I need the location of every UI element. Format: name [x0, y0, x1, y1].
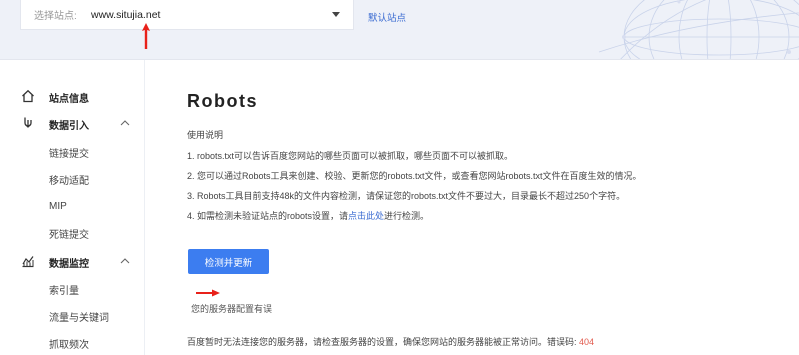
error-code: 404 — [579, 337, 595, 347]
sidebar-item-mobile-adapt[interactable]: 移动适配 — [0, 169, 145, 189]
sidebar-item-dead-link[interactable]: 死链提交 — [0, 223, 145, 243]
sidebar-item-label: 链接提交 — [49, 148, 89, 160]
sidebar-item-label: 移动适配 — [49, 175, 89, 187]
sidebar-item-label: MIP — [49, 200, 67, 212]
instruction-line: 1. robots.txt可以告诉百度您网站的哪些页面可以被抓取，哪些页面不可以… — [187, 151, 514, 161]
check-update-button[interactable]: 检测并更新 — [188, 249, 269, 274]
sidebar-item-label: 数据引入 — [49, 120, 89, 132]
instruction-line: 2. 您可以通过Robots工具来创建、校验、更新您的robots.txt文件，… — [187, 171, 642, 181]
chart-icon — [22, 256, 34, 268]
site-select[interactable]: 选择站点: www.situjia.net — [20, 0, 354, 30]
sidebar-item-label: 索引量 — [49, 285, 79, 297]
sidebar-item-site-info[interactable]: 站点信息 — [0, 87, 145, 107]
instruction-text: 进行检测。 — [384, 211, 430, 221]
check-unverified-link[interactable]: 点击此处 — [348, 211, 384, 221]
sidebar-item-label: 抓取频次 — [49, 339, 89, 351]
sidebar-item-mip[interactable]: MIP — [0, 196, 145, 216]
chevron-up-icon[interactable] — [119, 118, 131, 128]
sidebar-item-label: 数据监控 — [49, 258, 89, 270]
instruction-line: 3. Robots工具目前支持48k的文件内容检测，请保证您的robots.tx… — [187, 191, 626, 201]
page-title: Robots — [187, 91, 258, 111]
error-text: 百度暂时无法连接您的服务器，请检查服务器的设置，确保您网站的服务器能被正常访问。… — [187, 337, 577, 347]
site-select-value: www.situjia.net — [91, 8, 161, 21]
top-header: 选择站点: www.situjia.net 默认站点 — [0, 0, 799, 60]
red-annotation-arrow-right — [196, 289, 220, 297]
instruction-line: 4. 如需检测未验证站点的robots设置，请点击此处进行检测。 — [187, 209, 429, 222]
sidebar-item-data-monitor[interactable]: 数据监控 — [0, 252, 145, 272]
sidebar-item-traffic-keywords[interactable]: 流量与关键词 — [0, 306, 145, 326]
home-icon — [22, 89, 34, 103]
chevron-up-icon[interactable] — [119, 256, 131, 266]
red-annotation-arrow-up — [142, 23, 150, 49]
usage-heading: 使用说明 — [187, 130, 224, 140]
error-description: 百度暂时无法连接您的服务器，请检查服务器的设置，确保您网站的服务器能被正常访问。… — [187, 335, 594, 348]
instruction-text: 4. 如需检测未验证站点的robots设置，请 — [187, 211, 349, 221]
sidebar-item-label: 死链提交 — [49, 229, 89, 241]
sidebar-item-crawl-frequency[interactable]: 抓取频次 — [0, 333, 145, 353]
sidebar-item-index-volume[interactable]: 索引量 — [0, 279, 145, 299]
sidebar-item-link-submit[interactable]: 链接提交 — [0, 142, 145, 162]
site-select-label: 选择站点: — [34, 11, 77, 22]
data-import-icon — [24, 117, 32, 128]
sidebar: 站点信息 数据引入 链接提交 移动适配 MIP 死链提交 数据监控 索引量 流量… — [0, 60, 145, 355]
main-content: Robots 使用说明 1. robots.txt可以告诉百度您网站的哪些页面可… — [145, 60, 799, 355]
sidebar-item-label: 站点信息 — [49, 93, 89, 105]
error-title: 您的服务器配置有误 — [191, 304, 273, 314]
globe-decoration-icon — [598, 0, 799, 59]
caret-down-icon[interactable] — [332, 12, 340, 17]
default-site-link[interactable]: 默认站点 — [368, 10, 406, 24]
sidebar-item-data-import[interactable]: 数据引入 — [0, 114, 145, 134]
sidebar-item-label: 流量与关键词 — [49, 312, 109, 324]
